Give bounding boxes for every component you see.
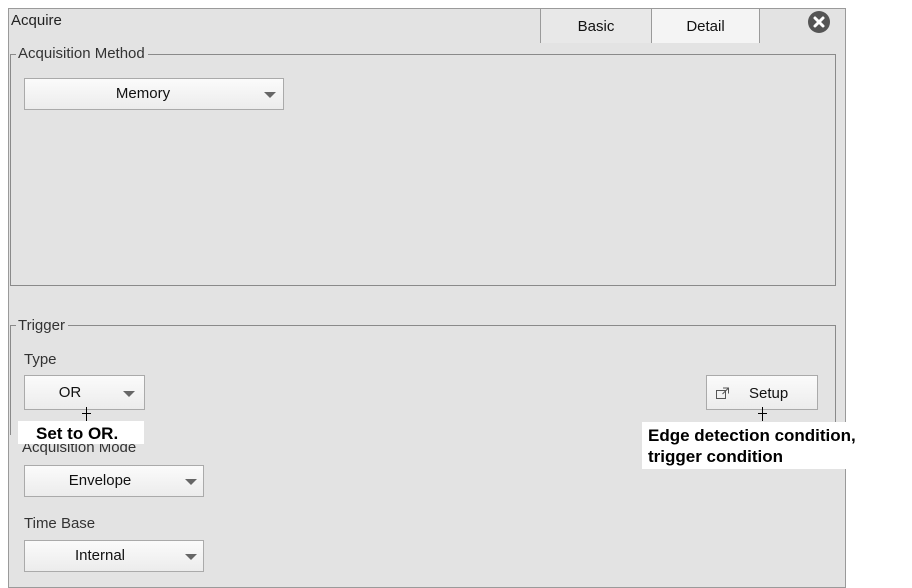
callout-type: Set to OR. xyxy=(18,421,145,444)
external-window-icon xyxy=(716,387,729,399)
callout-leader-type xyxy=(86,407,87,421)
tab-detail[interactable]: Detail xyxy=(651,8,760,43)
time-base-value: Internal xyxy=(74,547,126,564)
trigger-type-value: OR xyxy=(58,384,82,401)
chevron-down-icon xyxy=(185,554,197,560)
callout-leader-type-tick xyxy=(82,413,91,414)
acquisition-mode-dropdown[interactable]: Envelope xyxy=(24,465,204,497)
acquisition-method-dropdown[interactable]: Memory xyxy=(24,78,284,110)
callout-leader-setup xyxy=(762,407,763,421)
chevron-down-icon xyxy=(264,92,276,98)
trigger-type-dropdown[interactable]: OR xyxy=(24,375,145,410)
time-base-dropdown[interactable]: Internal xyxy=(24,540,204,572)
dialog-title: Acquire xyxy=(11,12,62,29)
tab-basic[interactable]: Basic xyxy=(540,8,652,43)
close-icon[interactable] xyxy=(808,11,830,33)
setup-label: Setup xyxy=(749,385,789,402)
time-base-label: Time Base xyxy=(24,515,96,532)
trigger-legend: Trigger xyxy=(16,318,68,334)
acquisition-mode-value: Envelope xyxy=(68,472,132,489)
callout-setup: Edge detection condition, trigger condit… xyxy=(642,422,910,469)
setup-button[interactable]: Setup xyxy=(706,375,818,410)
chevron-down-icon xyxy=(185,479,197,485)
acquisition-method-value: Memory xyxy=(115,85,171,102)
callout-setup-line2: trigger condition xyxy=(648,447,784,466)
callout-setup-line1: Edge detection condition, xyxy=(648,426,856,445)
chevron-down-icon xyxy=(123,391,135,397)
trigger-type-label: Type xyxy=(24,351,57,368)
acquisition-method-legend: Acquisition Method xyxy=(16,46,148,62)
callout-leader-setup-tick xyxy=(758,413,767,414)
